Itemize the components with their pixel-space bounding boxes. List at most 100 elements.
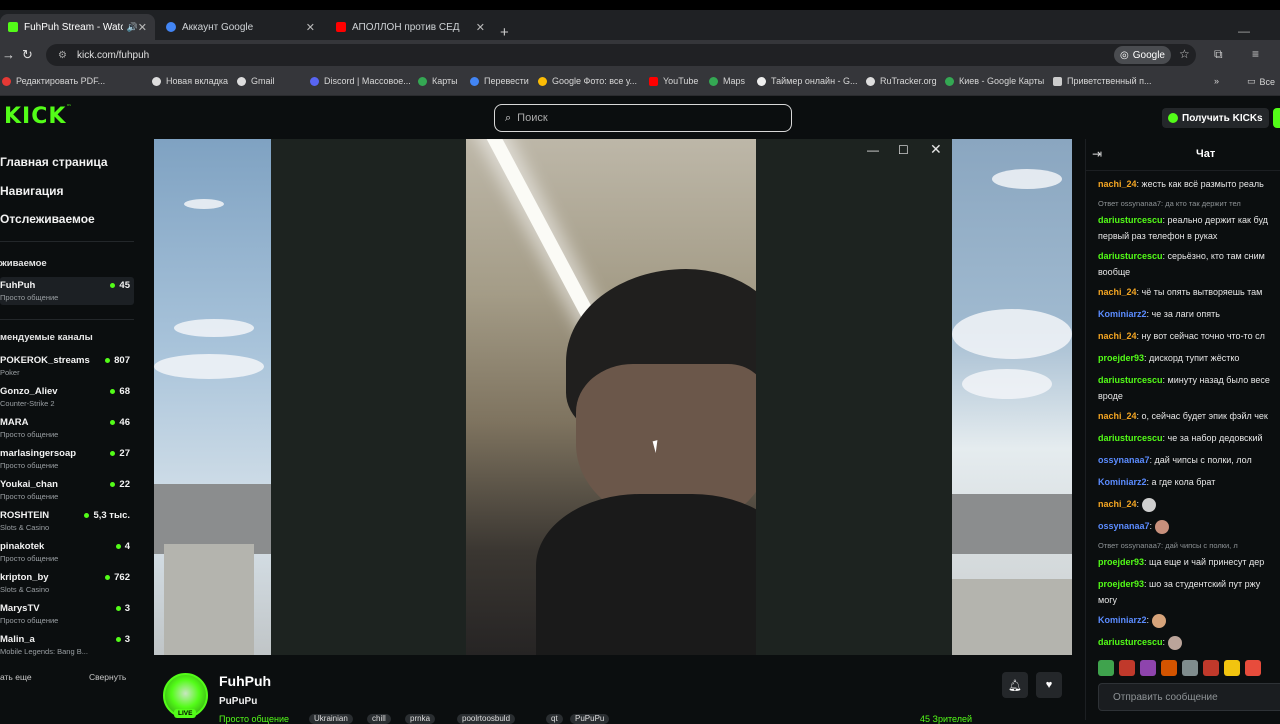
bookmarks-overflow-icon[interactable]: »: [1214, 76, 1219, 86]
emote-icon[interactable]: [1182, 660, 1198, 676]
chat-username[interactable]: proejder93: [1098, 353, 1144, 363]
chat-username[interactable]: Kominiarz2: [1098, 477, 1147, 487]
nav-home[interactable]: Главная страница: [0, 155, 108, 169]
new-tab-icon[interactable]: +: [500, 24, 509, 41]
nav-browse[interactable]: Навигация: [0, 184, 64, 198]
minimize-window-icon[interactable]: —: [1238, 24, 1250, 38]
recommended-channel-item[interactable]: POKEROK_streams Poker 807: [0, 352, 134, 380]
extensions-icon[interactable]: ⧉: [1214, 47, 1223, 62]
stream-category[interactable]: Просто общение: [219, 714, 289, 724]
emote-icon[interactable]: [1140, 660, 1156, 676]
stream-tag[interactable]: Ukrainian: [309, 714, 353, 724]
follow-heart-button[interactable]: ♥: [1036, 672, 1062, 698]
bookmark-item-7[interactable]: YouTube: [649, 76, 698, 86]
chat-message-input[interactable]: Отправить сообщение: [1098, 683, 1280, 711]
bookmark-item-0[interactable]: Редактировать PDF...: [2, 76, 105, 86]
reload-icon[interactable]: ↻: [22, 47, 33, 63]
url-bar[interactable]: ⚙ kick.com/fuhpuh: [46, 44, 1196, 66]
recommended-channel-item[interactable]: ROSHTEIN Slots & Casino 5,3 тыс.: [0, 507, 134, 535]
google-g-icon: ◎: [1120, 49, 1129, 61]
recommended-channel-item[interactable]: Youkai_chan Просто общение 22: [0, 476, 134, 504]
bookmark-item-1[interactable]: Новая вкладка: [152, 76, 228, 86]
chat-username[interactable]: dariusturcescu: [1098, 637, 1163, 647]
stream-tag[interactable]: prnka: [405, 714, 436, 724]
emote-icon[interactable]: [1161, 660, 1177, 676]
speaker-icon[interactable]: 🔊: [127, 22, 138, 33]
chat-username[interactable]: ossynanaa7: [1098, 521, 1150, 531]
chat-username[interactable]: ossynanaa7: [1098, 455, 1150, 465]
user-avatar[interactable]: [1273, 108, 1280, 128]
browser-tab-active[interactable]: FuhPuh Stream - Watch Liv 🔊 ✕: [0, 14, 155, 40]
chat-username[interactable]: dariusturcescu: [1098, 433, 1163, 443]
chat-username[interactable]: proejder93: [1098, 557, 1144, 567]
get-kicks-button[interactable]: Получить KICKs: [1162, 108, 1269, 128]
bookmark-item-8[interactable]: Maps: [709, 76, 745, 86]
google-lens-badge[interactable]: ◎ Google: [1114, 46, 1171, 64]
chat-username[interactable]: dariusturcescu: [1098, 375, 1163, 385]
stream-tag[interactable]: PuPuPu: [570, 714, 610, 724]
bookmark-item-11[interactable]: Киев - Google Карты: [945, 76, 1044, 86]
bookmark-item-4[interactable]: Карты: [418, 76, 458, 86]
recommended-channel-item[interactable]: Malin_a Mobile Legends: Bang B... 3: [0, 631, 134, 659]
nav-following[interactable]: Отслеживаемое: [0, 212, 95, 226]
video-player[interactable]: — ☐ ✕: [154, 139, 1072, 655]
chat-username[interactable]: nachi_24: [1098, 331, 1137, 341]
minimize-player-icon[interactable]: —: [867, 143, 879, 157]
tab-close-icon[interactable]: ✕: [306, 21, 315, 34]
bookmark-item-10[interactable]: RuTracker.org: [866, 76, 937, 86]
show-more-link[interactable]: ать еще: [0, 672, 32, 682]
google-badge-label: Google: [1132, 49, 1165, 61]
tab-close-icon[interactable]: ✕: [476, 21, 485, 34]
site-settings-icon[interactable]: ⚙: [58, 50, 67, 61]
chat-username[interactable]: Kominiarz2: [1098, 615, 1147, 625]
emote-icon[interactable]: [1119, 660, 1135, 676]
bookmark-item-6[interactable]: Google Фото: все у...: [538, 76, 637, 86]
channel-name-title[interactable]: FuhPuh: [219, 673, 271, 689]
channel-category: Counter-Strike 2: [0, 399, 55, 408]
chat-username[interactable]: nachi_24: [1098, 499, 1137, 509]
tab-close-icon[interactable]: ✕: [138, 21, 147, 34]
emote-icon[interactable]: [1203, 660, 1219, 676]
followed-channel-item[interactable]: FuhPuh Просто общение 45: [0, 277, 134, 305]
bookmark-item-5[interactable]: Перевести: [470, 76, 529, 86]
bookmark-item-12[interactable]: Приветственный п...: [1053, 76, 1152, 86]
chat-username[interactable]: dariusturcescu: [1098, 251, 1163, 261]
recommended-channel-item[interactable]: MarysTV Просто общение 3: [0, 600, 134, 628]
chat-username[interactable]: nachi_24: [1098, 287, 1137, 297]
recommended-channel-item[interactable]: MARA Просто общение 46: [0, 414, 134, 442]
recommended-channel-item[interactable]: pinakotek Просто общение 4: [0, 538, 134, 566]
emote-icon[interactable]: [1224, 660, 1240, 676]
collapse-chat-icon[interactable]: ⇥: [1092, 147, 1102, 161]
reading-list-icon[interactable]: ≡: [1252, 47, 1259, 61]
channel-category: Poker: [0, 368, 20, 377]
google-favicon-icon: [166, 22, 176, 32]
emote-icon[interactable]: [1245, 660, 1261, 676]
recommended-channel-item[interactable]: kripton_by Slots & Casino 762: [0, 569, 134, 597]
recommended-channel-item[interactable]: Gonzo_Aliev Counter-Strike 2 68: [0, 383, 134, 411]
bookmark-item-2[interactable]: Gmail: [237, 76, 275, 86]
chat-text: че за набор дедовский: [1167, 433, 1263, 443]
close-player-icon[interactable]: ✕: [930, 141, 942, 158]
notification-bell-button[interactable]: 🔔︎: [1002, 672, 1028, 698]
chat-username[interactable]: dariusturcescu: [1098, 215, 1163, 225]
browser-tab-google[interactable]: Аккаунт Google ✕: [158, 14, 323, 40]
bookmark-item-3[interactable]: Discord | Массовое...: [310, 76, 411, 86]
collapse-link[interactable]: Свернуть: [89, 672, 126, 682]
browser-tab-youtube[interactable]: АПОЛЛОН против СЕДОГО (п ✕: [328, 14, 493, 40]
bookmark-item-9[interactable]: Таймер онлайн - G...: [757, 76, 858, 86]
chat-username[interactable]: nachi_24: [1098, 411, 1137, 421]
chat-username[interactable]: nachi_24: [1098, 179, 1137, 189]
chat-username[interactable]: Kominiarz2: [1098, 309, 1147, 319]
chat-username[interactable]: proejder93: [1098, 579, 1144, 589]
bookmark-star-icon[interactable]: ☆: [1179, 47, 1190, 61]
forward-icon[interactable]: →: [2, 47, 15, 62]
stream-tag[interactable]: chill: [367, 714, 391, 724]
maximize-player-icon[interactable]: ☐: [898, 143, 909, 157]
emote-icon[interactable]: [1098, 660, 1114, 676]
stream-tag[interactable]: poolrtoosbuld: [457, 714, 516, 724]
recommended-channel-item[interactable]: marlasingersoap Просто общение 27: [0, 445, 134, 473]
all-bookmarks-folder[interactable]: ▭ Все: [1247, 76, 1275, 87]
kick-logo[interactable]: KICK™: [4, 104, 72, 129]
stream-tag[interactable]: qt: [546, 714, 563, 724]
search-input[interactable]: ⌕ Поиск: [494, 104, 792, 132]
